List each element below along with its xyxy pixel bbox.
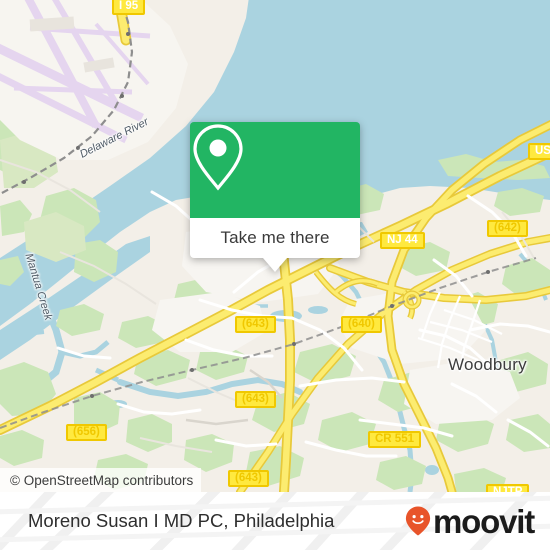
bottom-bar: Moreno Susan I MD PC, Philadelphia moovi… (0, 492, 550, 550)
map-pin-icon (193, 124, 243, 191)
shield-njtp: NJTP (486, 484, 530, 492)
shield-us: US (528, 143, 550, 160)
map-canvas[interactable]: Delaware River Mantua Creek Woodbury I 9… (0, 0, 550, 492)
osm-attribution[interactable]: © OpenStreetMap contributors (0, 468, 202, 492)
location-callout[interactable]: Take me there (190, 122, 360, 272)
shield-643-c: (643) (228, 470, 269, 487)
place-title: Moreno Susan I MD PC, Philadelphia (28, 510, 335, 531)
callout-header (190, 122, 360, 218)
shield-nj-44: NJ 44 (380, 232, 425, 249)
map-screenshot: Delaware River Mantua Creek Woodbury I 9… (0, 0, 550, 550)
shield-642: (642) (487, 220, 528, 237)
take-me-there-button[interactable]: Take me there (190, 218, 360, 258)
shield-cr-551: CR 551 (368, 431, 421, 448)
shield-i-95: I 95 (112, 0, 146, 15)
moovit-logo[interactable]: moovit (405, 502, 535, 540)
shield-643-b: (643) (235, 391, 276, 408)
shield-643-a: (643) (235, 316, 276, 333)
callout-tail (263, 258, 287, 272)
shield-640: (640) (341, 316, 382, 333)
shield-656: (656) (66, 424, 107, 441)
take-me-there-label: Take me there (220, 228, 330, 247)
moovit-wordmark: moovit (433, 502, 535, 540)
moovit-smiley-pin-icon (405, 506, 431, 536)
osm-attribution-text: © OpenStreetMap contributors (10, 472, 194, 488)
